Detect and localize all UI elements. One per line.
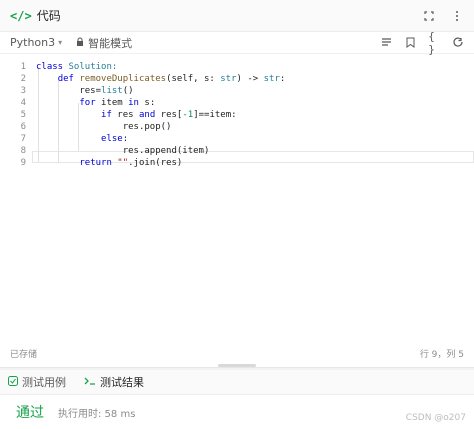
code-text: res.append(item) — [36, 146, 210, 156]
undo-icon[interactable] — [452, 37, 464, 49]
code-line[interactable]: 5 if res and res[-1]==item: — [0, 109, 474, 121]
result-panel: 测试用例 测试结果 通过 执行用时: 58 ms CSDN @o207 — [0, 370, 474, 429]
line-number: 5 — [20, 110, 26, 120]
code-line[interactable]: 6 res.pop() — [0, 121, 474, 133]
language-select[interactable]: Python3 ▾ — [10, 36, 62, 49]
code-line[interactable]: 1 class Solution: — [0, 61, 474, 73]
more-icon[interactable] — [450, 9, 464, 23]
code-panel: </> 代码 Python3 ▾ 智能模式 {} 1 class Soluti… — [0, 0, 474, 368]
line-number: 6 — [20, 122, 26, 132]
code-editor[interactable]: 1 class Solution: 2 def removeDuplicates(s… — [0, 55, 474, 169]
result-tabs: 测试用例 测试结果 — [0, 370, 474, 395]
code-line[interactable]: 8 res.append(item) — [0, 145, 474, 157]
chevron-down-icon: ▾ — [58, 38, 63, 47]
header-actions — [422, 9, 464, 23]
code-text: if res and res[-1]==item: — [101, 110, 237, 120]
tab-result[interactable]: 测试结果 — [84, 374, 144, 390]
code-text: def removeDuplicates(self, s: str) -> st… — [57, 74, 286, 84]
panel-header: </> 代码 — [0, 0, 474, 32]
line-number: 7 — [20, 134, 26, 144]
line-number: 4 — [20, 98, 26, 108]
lock-icon — [76, 37, 84, 49]
code-line[interactable]: 3 res=list() — [0, 85, 474, 97]
save-status: 已存储 — [10, 349, 38, 360]
tab-testcases[interactable]: 测试用例 — [8, 374, 66, 390]
code-text: res.pop() — [36, 122, 172, 132]
watermark: CSDN @o207 — [405, 413, 466, 423]
braces-icon[interactable]: { } — [428, 30, 440, 56]
tab-result-label: 测试结果 — [100, 376, 144, 389]
result-body: 通过 执行用时: 58 ms — [0, 395, 474, 429]
language-label: Python3 — [10, 36, 56, 49]
code-line[interactable]: 7 else: — [0, 133, 474, 145]
code-text: else: — [101, 134, 129, 144]
runtime-text: 执行用时: 58 ms — [58, 408, 136, 420]
resize-handle[interactable] — [218, 364, 256, 367]
tab-testcases-label: 测试用例 — [22, 376, 66, 389]
code-text: class Solution: — [36, 62, 118, 72]
toolbar-actions: { } — [380, 30, 464, 56]
line-number: 3 — [20, 86, 26, 96]
line-number: 9 — [20, 158, 26, 168]
code-line[interactable]: 4 for item in s: — [0, 97, 474, 109]
code-text: for item in s: — [79, 98, 156, 108]
page: </> 代码 Python3 ▾ 智能模式 {} 1 class Soluti… — [0, 0, 474, 429]
cursor-position: 行 9，列 5 — [419, 349, 464, 360]
code-text: return "".join(res) — [79, 158, 183, 168]
line-number: 8 — [20, 146, 26, 156]
bookmark-icon[interactable] — [404, 37, 416, 49]
mode-toggle[interactable]: 智能模式 — [76, 35, 132, 51]
checkbox-icon — [8, 375, 18, 389]
code-icon: </> — [10, 8, 32, 23]
status-bar: 已存储 行 9，列 5 — [0, 346, 474, 360]
code-line[interactable]: 2 def removeDuplicates(self, s: str) -> … — [0, 73, 474, 85]
code-line[interactable]: 9 return "".join(res) — [0, 157, 474, 169]
mode-label: 智能模式 — [88, 36, 133, 50]
terminal-icon — [84, 376, 96, 389]
editor-toolbar: Python3 ▾ 智能模式 { } — [0, 30, 474, 56]
maximize-icon[interactable] — [422, 9, 436, 23]
panel-title: 代码 — [36, 9, 61, 23]
list-icon[interactable] — [380, 37, 392, 49]
code-text: res=list() — [36, 86, 134, 96]
verdict-text: 通过 — [16, 405, 44, 421]
line-number: 2 — [20, 74, 26, 84]
line-number: 1 — [20, 62, 26, 72]
